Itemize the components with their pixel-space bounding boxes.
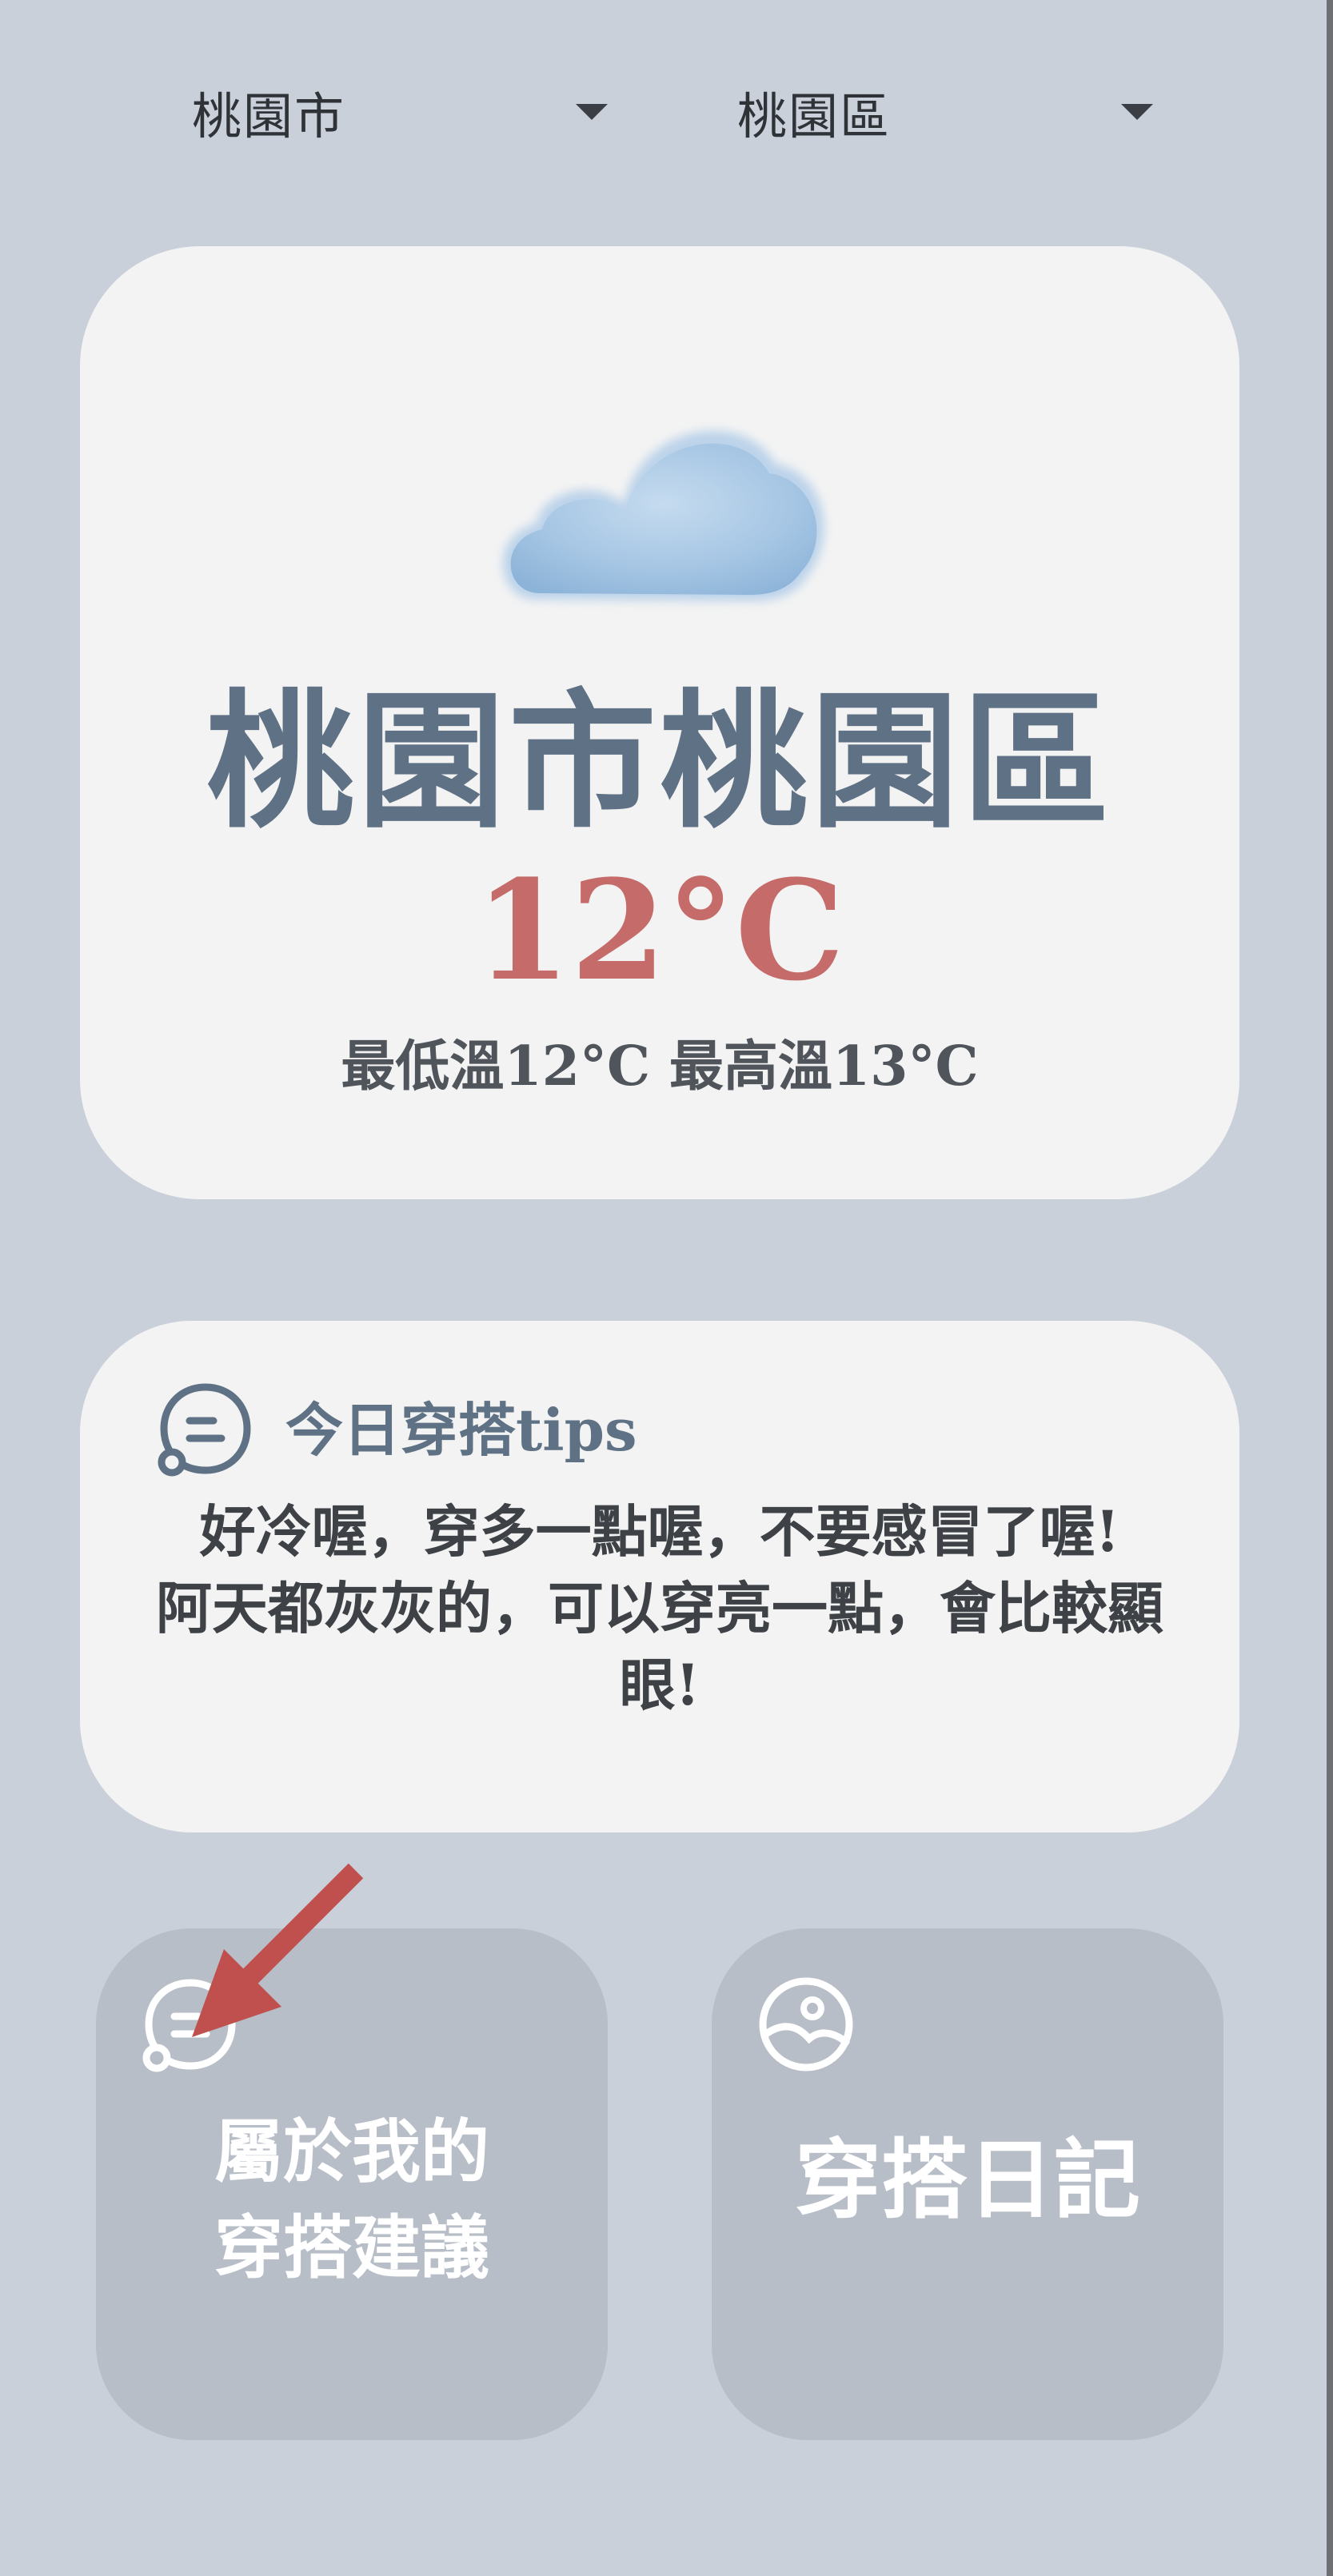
tips-title: 今日穿搭tips	[285, 1396, 637, 1464]
outfit-diary-button[interactable]: 穿搭日記	[712, 1928, 1223, 2440]
current-temperature: 12°C	[474, 849, 845, 1011]
location-title: 桃園市桃園區	[206, 674, 1113, 848]
tips-header: 今日穿搭tips	[156, 1379, 637, 1481]
chat-bubble-icon	[156, 1379, 255, 1481]
window-edge	[1327, 0, 1333, 2576]
tips-line-2: 阿天都灰灰的，可以穿亮一點，會比較顯眼!	[156, 1575, 1163, 1718]
tips-line-1: 好冷喔，穿多一點喔，不要感冒了喔!	[199, 1498, 1120, 1565]
city-select[interactable]: 桃園市	[192, 64, 608, 160]
chevron-down-icon	[1121, 104, 1153, 120]
chevron-down-icon	[576, 104, 608, 120]
city-select-value: 桃園市	[192, 87, 346, 146]
cloud-icon	[480, 376, 848, 616]
tips-text: 好冷喔，穿多一點喔，不要感冒了喔! 阿天都灰灰的，可以穿亮一點，會比較顯眼!	[128, 1493, 1191, 1724]
district-select[interactable]: 桃園區	[737, 64, 1153, 160]
district-select-value: 桃園區	[737, 87, 892, 146]
outfit-diary-label: 穿搭日記	[794, 2130, 1140, 2231]
min-max-temperature: 最低溫12°C 最高溫13°C	[341, 1035, 979, 1099]
image-icon	[756, 1975, 856, 2077]
annotation-arrow	[176, 1855, 376, 2047]
my-outfit-advice-label: 屬於我的 穿搭建議	[214, 2111, 489, 2288]
